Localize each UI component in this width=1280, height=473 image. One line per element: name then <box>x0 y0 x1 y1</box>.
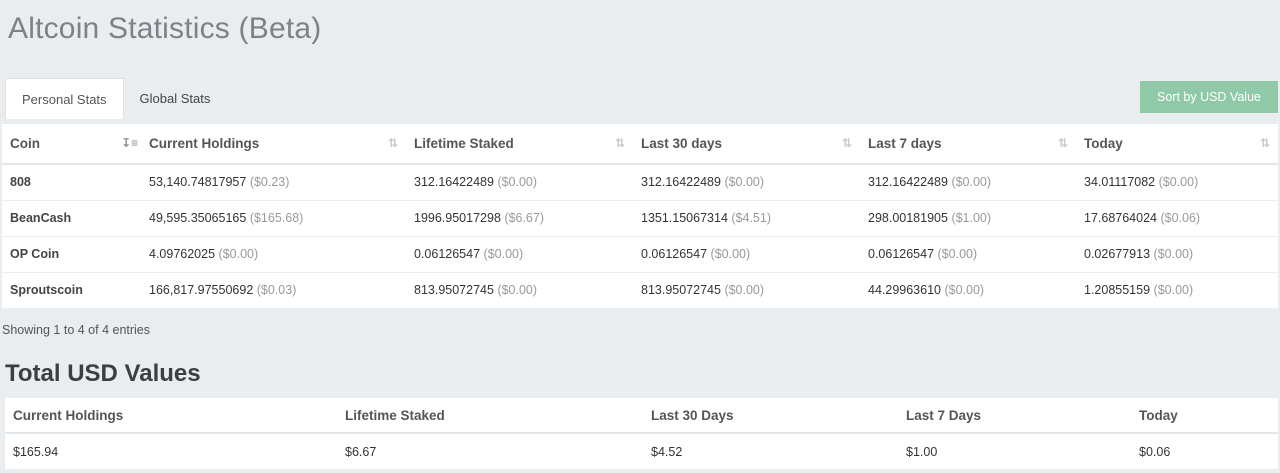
cell-last-30-days: 0.06126547 ($0.00) <box>633 236 860 273</box>
totals-header-today: Today <box>1131 398 1278 434</box>
cell-today: 0.02677913 ($0.00) <box>1076 236 1278 273</box>
page-title: Altcoin Statistics (Beta) <box>8 12 322 45</box>
totals-table: Current Holdings Lifetime Staked Last 30… <box>5 398 1278 469</box>
table-row: 808 53,140.74817957 ($0.23) 312.16422489… <box>2 164 1278 201</box>
cell-last-7-days: 44.29963610 ($0.00) <box>860 272 1076 309</box>
table-row: Sproutscoin 166,817.97550692 ($0.03) 813… <box>2 272 1278 309</box>
cell-last-30-days: 312.16422489 ($0.00) <box>633 164 860 201</box>
totals-title: Total USD Values <box>5 360 201 387</box>
column-header-last-7-days[interactable]: Last 7 days ⇅ <box>860 124 1076 165</box>
coin-name: OP Coin <box>2 236 141 273</box>
column-header-current-holdings[interactable]: Current Holdings ⇅ <box>141 124 406 165</box>
cell-last-7-days: 298.00181905 ($1.00) <box>860 200 1076 237</box>
stats-header-row: Coin ↧≡ Current Holdings ⇅ Lifetime Staked… <box>2 124 1278 165</box>
column-header-last-30-days[interactable]: Last 30 days ⇅ <box>633 124 860 165</box>
coin-name: 808 <box>2 164 141 201</box>
cell-current-holdings: 53,140.74817957 ($0.23) <box>141 164 406 201</box>
cell-last-30-days: 813.95072745 ($0.00) <box>633 272 860 309</box>
tab-bar: Personal Stats Global Stats <box>5 78 226 119</box>
totals-header-row: Current Holdings Lifetime Staked Last 30… <box>5 398 1278 434</box>
total-lifetime-staked: $6.67 <box>345 444 377 459</box>
cell-last-30-days: 1351.15067314 ($4.51) <box>633 200 860 237</box>
cell-last-7-days: 312.16422489 ($0.00) <box>860 164 1076 201</box>
column-header-lifetime-staked[interactable]: Lifetime Staked ⇅ <box>406 124 633 165</box>
total-today: $0.06 <box>1139 444 1171 459</box>
totals-header-current-holdings: Current Holdings <box>5 398 337 434</box>
cell-lifetime-staked: 813.95072745 ($0.00) <box>406 272 633 309</box>
stats-table: Coin ↧≡ Current Holdings ⇅ Lifetime Staked… <box>2 124 1278 309</box>
coin-name: BeanCash <box>2 200 141 237</box>
totals-header-last-30-days: Last 30 Days <box>643 398 898 434</box>
cell-current-holdings: 49,595.35065165 ($165.68) <box>141 200 406 237</box>
tab-personal-stats[interactable]: Personal Stats <box>5 78 124 119</box>
sort-amount-desc-icon: ↧≡ <box>121 136 139 150</box>
sort-icon: ⇅ <box>1057 136 1069 150</box>
tab-global-stats[interactable]: Global Stats <box>124 78 227 119</box>
cell-current-holdings: 4.09762025 ($0.00) <box>141 236 406 273</box>
sort-icon: ⇅ <box>614 136 626 150</box>
cell-current-holdings: 166,817.97550692 ($0.03) <box>141 272 406 309</box>
sort-icon: ⇅ <box>1259 136 1271 150</box>
cell-lifetime-staked: 1996.95017298 ($6.67) <box>406 200 633 237</box>
sort-icon: ⇅ <box>387 136 399 150</box>
total-current-holdings: $165.94 <box>13 444 59 459</box>
totals-header-lifetime-staked: Lifetime Staked <box>337 398 643 434</box>
total-last-7-days: $1.00 <box>906 444 938 459</box>
sort-icon: ⇅ <box>841 136 853 150</box>
totals-row: $165.94 $6.67 $4.52 $1.00 $0.06 <box>5 433 1278 469</box>
cell-today: 1.20855159 ($0.00) <box>1076 272 1278 309</box>
column-header-coin[interactable]: Coin ↧≡ <box>2 124 141 165</box>
coin-name: Sproutscoin <box>2 272 141 309</box>
table-info: Showing 1 to 4 of 4 entries <box>2 323 151 337</box>
cell-today: 17.68764024 ($0.06) <box>1076 200 1278 237</box>
cell-today: 34.01117082 ($0.00) <box>1076 164 1278 201</box>
total-last-30-days: $4.52 <box>651 444 683 459</box>
column-header-today[interactable]: Today ⇅ <box>1076 124 1278 165</box>
table-row: OP Coin 4.09762025 ($0.00) 0.06126547 ($… <box>2 236 1278 273</box>
sort-by-usd-button[interactable]: Sort by USD Value <box>1140 81 1278 113</box>
cell-lifetime-staked: 312.16422489 ($0.00) <box>406 164 633 201</box>
totals-header-last-7-days: Last 7 Days <box>898 398 1131 434</box>
cell-lifetime-staked: 0.06126547 ($0.00) <box>406 236 633 273</box>
cell-last-7-days: 0.06126547 ($0.00) <box>860 236 1076 273</box>
table-row: BeanCash 49,595.35065165 ($165.68) 1996.… <box>2 200 1278 237</box>
